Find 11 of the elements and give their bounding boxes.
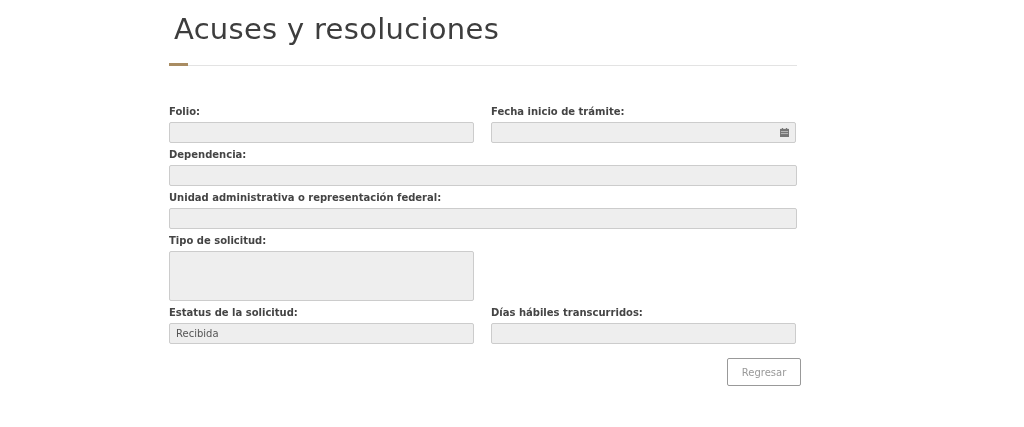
- field-label: Días hábiles transcurridos:: [491, 307, 644, 320]
- calendar-icon[interactable]: [780, 128, 789, 137]
- field-label: Estatus de la solicitud:: [169, 307, 299, 320]
- page-title: Acuses y resoluciones: [173, 11, 501, 48]
- field-label: Folio:: [169, 106, 202, 119]
- field-label: Tipo de solicitud:: [169, 235, 268, 248]
- field-label: Dependencia:: [169, 149, 248, 162]
- date-field[interactable]: [491, 122, 796, 143]
- field-label: Fecha inicio de trámite:: [491, 106, 626, 119]
- accent-bar: [169, 63, 188, 66]
- field-label: Unidad administrativa o representación federal:: [169, 192, 443, 205]
